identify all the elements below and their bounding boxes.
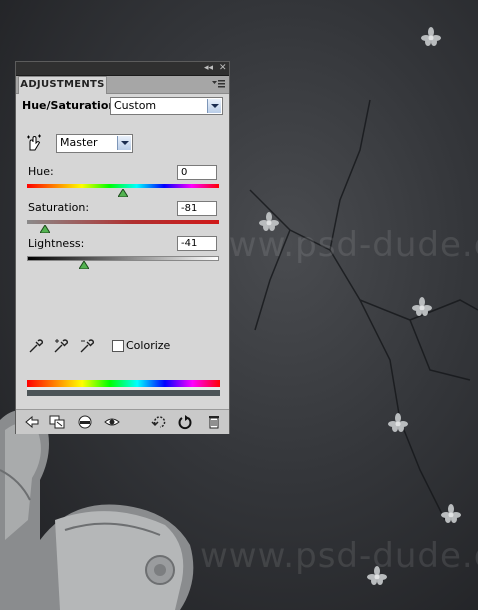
eyedropper-subtract-icon[interactable]	[79, 338, 95, 354]
targeted-adjustment-hand-icon[interactable]	[25, 134, 43, 152]
tab-bar: ADJUSTMENTS	[16, 76, 229, 94]
panel-menu-icon[interactable]	[212, 78, 226, 90]
preset-select[interactable]: Custom	[110, 97, 223, 115]
eyedropper-add-icon[interactable]	[53, 338, 69, 354]
flower-icon	[259, 212, 279, 231]
flower-icon	[367, 566, 387, 585]
eyedropper-icon[interactable]	[28, 338, 44, 354]
saturation-input[interactable]: -81	[177, 201, 217, 216]
watermark-bottom: www.psd-dude.com	[200, 536, 478, 576]
back-arrow-icon[interactable]	[24, 414, 40, 430]
flower-icon	[421, 27, 441, 46]
channel-select-value: Master	[60, 136, 98, 149]
panel-title-bar: ◂◂ ✕	[16, 62, 229, 76]
saturation-label: Saturation:	[28, 201, 90, 214]
lightness-slider-track[interactable]	[27, 256, 219, 261]
hue-slider-track[interactable]	[27, 184, 219, 188]
clip-to-layer-icon[interactable]	[77, 414, 93, 430]
output-spectrum-bar	[27, 390, 220, 396]
reset-icon[interactable]	[177, 414, 193, 430]
watermark-top: www.psd-dude.com	[200, 225, 478, 265]
trash-icon[interactable]	[206, 414, 222, 430]
lightness-label: Lightness:	[28, 237, 85, 250]
flower-icon	[412, 297, 432, 316]
channel-select[interactable]: Master	[56, 134, 133, 153]
colorize-checkbox[interactable]	[112, 340, 124, 352]
flower-icon	[388, 413, 408, 432]
input-spectrum-bar	[27, 380, 220, 387]
chevron-down-icon	[117, 136, 131, 150]
preset-select-value: Custom	[114, 99, 157, 112]
colorize-label: Colorize	[126, 339, 171, 352]
hue-label: Hue:	[28, 165, 54, 178]
saturation-slider-track[interactable]	[27, 220, 219, 224]
view-previous-state-icon[interactable]	[151, 414, 167, 430]
chevron-down-icon	[207, 99, 221, 113]
expanded-view-icon[interactable]	[49, 414, 65, 430]
collapse-icon[interactable]: ◂◂	[204, 62, 213, 75]
tab-adjustments[interactable]: ADJUSTMENTS	[18, 76, 107, 94]
adjustment-title: Hue/Saturation	[22, 99, 117, 112]
close-icon[interactable]: ✕	[219, 62, 227, 75]
adjustments-panel: ◂◂ ✕ ADJUSTMENTS Hue/Saturation Custom M…	[15, 61, 230, 434]
hue-input[interactable]: 0	[177, 165, 217, 180]
flower-icon	[441, 504, 461, 523]
armchair-image	[0, 410, 194, 610]
panel-footer	[16, 409, 229, 434]
lightness-input[interactable]: -41	[177, 236, 217, 251]
visibility-eye-icon[interactable]	[104, 414, 120, 430]
